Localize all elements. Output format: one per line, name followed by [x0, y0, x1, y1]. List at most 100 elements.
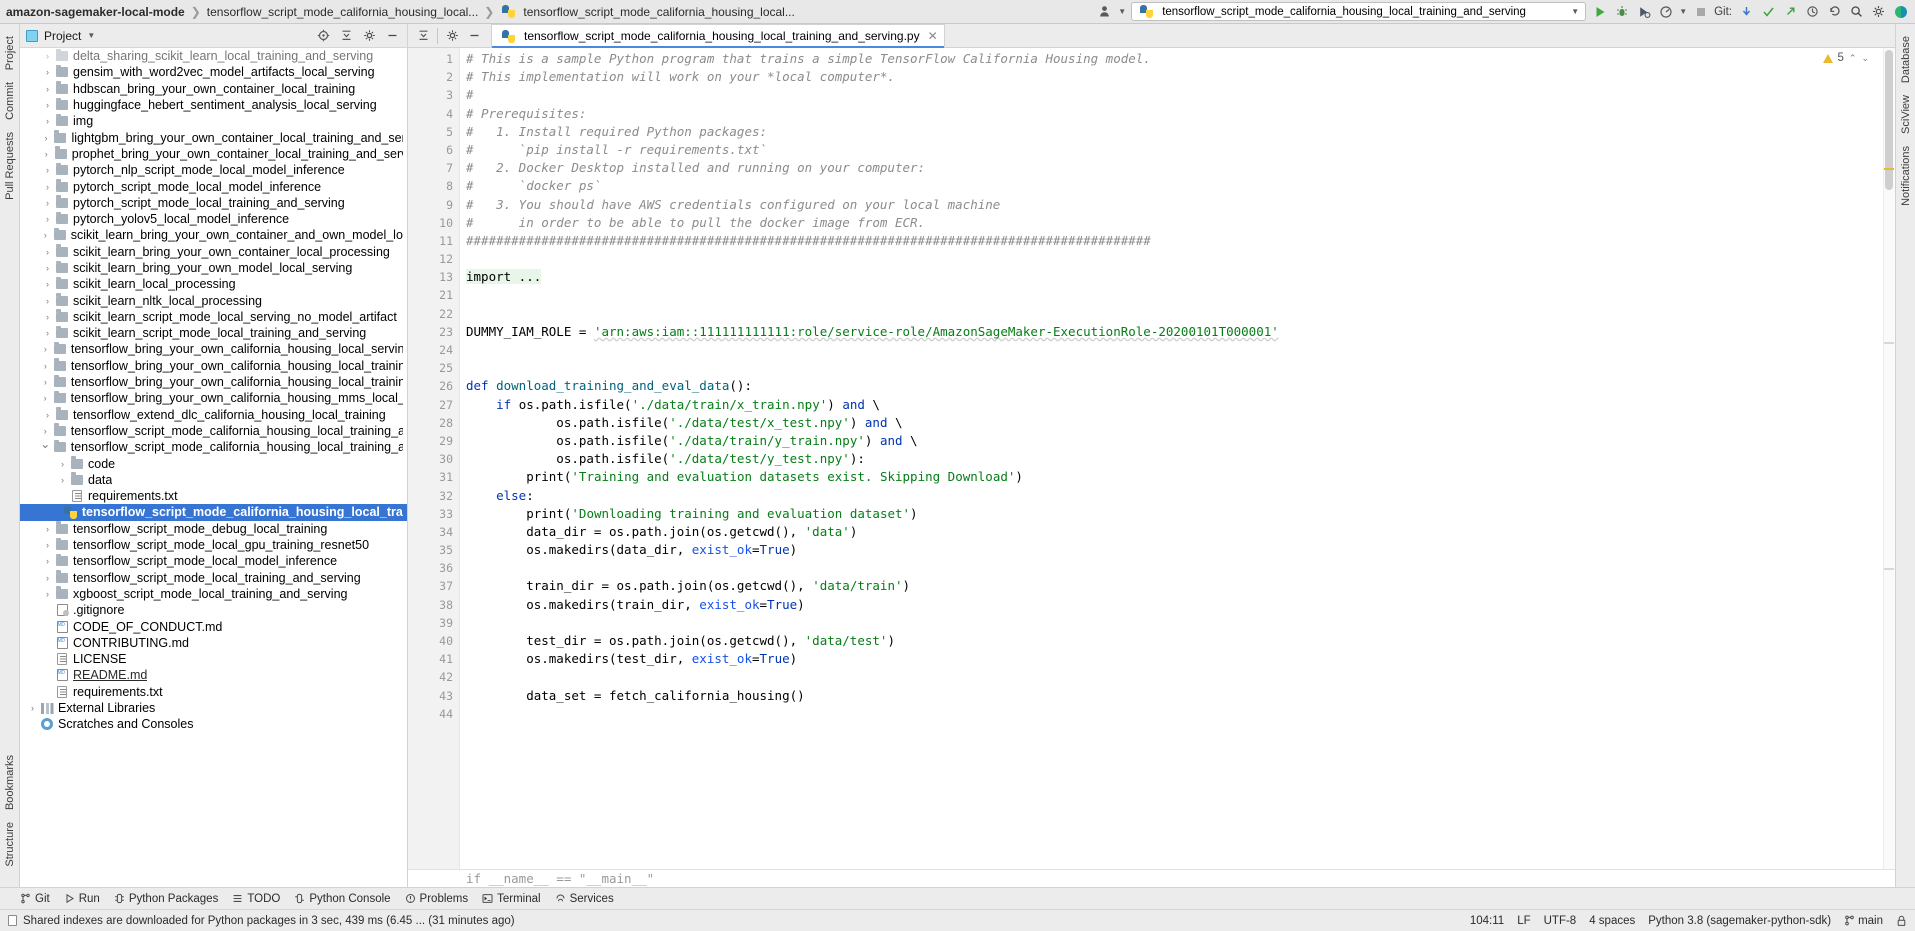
tree-row[interactable]: requirements.txt	[20, 684, 407, 700]
line-number[interactable]: 28	[408, 414, 459, 432]
code-line[interactable]: # This is a sample Python program that t…	[466, 50, 1895, 68]
line-number[interactable]: 11─	[408, 232, 466, 250]
line-number[interactable]: 6	[408, 141, 459, 159]
chevron-right-icon[interactable]: ›	[41, 211, 54, 227]
line-number[interactable]: 13+	[408, 268, 469, 286]
tree-row[interactable]: › tensorflow_script_mode_local_model_infe…	[20, 553, 407, 569]
tool-window-todo[interactable]: TODO	[232, 893, 280, 905]
code-line[interactable]: data_dir = os.path.join(os.getcwd(), 'da…	[466, 523, 1895, 541]
push-icon[interactable]	[1782, 3, 1799, 20]
tree-row[interactable]: › tensorflow_bring_your_own_california_ho…	[20, 358, 407, 374]
chevron-right-icon[interactable]: ›	[39, 130, 52, 146]
chevron-right-icon[interactable]: ›	[41, 325, 54, 341]
settings-icon[interactable]	[1870, 3, 1887, 20]
line-number[interactable]: 25	[408, 359, 459, 377]
tree-row[interactable]: › pytorch_nlp_script_mode_local_model_inf…	[20, 162, 407, 178]
line-separator[interactable]: LF	[1517, 915, 1530, 927]
locate-icon[interactable]	[315, 27, 332, 44]
chevron-down-icon[interactable]: ▼	[1679, 7, 1687, 16]
chevron-right-icon[interactable]: ›	[41, 195, 54, 211]
close-icon[interactable]: ✕	[928, 29, 938, 43]
code-line[interactable]: os.makedirs(data_dir, exist_ok=True)	[466, 541, 1895, 559]
chevron-down-icon[interactable]: ▼	[1118, 7, 1126, 16]
tree-row[interactable]: › scikit_learn_bring_your_own_container_l…	[20, 244, 407, 260]
settings-icon[interactable]	[361, 27, 378, 44]
chevron-right-icon[interactable]: ›	[41, 570, 54, 586]
code-line[interactable]	[466, 250, 1895, 268]
tree-row[interactable]: CODE_OF_CONDUCT.md	[20, 617, 407, 634]
tree-row[interactable]: › tensorflow_bring_your_own_california_ho…	[20, 374, 407, 390]
settings-icon[interactable]	[441, 25, 463, 47]
tool-window-terminal[interactable]: Terminal	[482, 893, 541, 905]
history-icon[interactable]	[1804, 3, 1821, 20]
commit-icon[interactable]	[1760, 3, 1777, 20]
line-number[interactable]: 10	[408, 214, 459, 232]
chevron-down-icon[interactable]: ▼	[1571, 7, 1579, 16]
editor-tab[interactable]: tensorflow_script_mode_california_housin…	[491, 24, 945, 48]
sidebar-item-sciview[interactable]: SciView	[1900, 89, 1912, 140]
chevron-down-icon[interactable]: ⌄	[39, 437, 52, 456]
line-number[interactable]: 32─	[408, 487, 466, 505]
chevron-right-icon[interactable]: ›	[39, 374, 52, 390]
tree-row[interactable]: › scikit_learn_bring_your_own_container_a…	[20, 227, 407, 243]
debug-icon[interactable]	[1613, 3, 1630, 20]
sidebar-item-bookmarks[interactable]: Bookmarks	[4, 749, 16, 816]
code-line[interactable]: import ...	[466, 268, 1895, 286]
line-number[interactable]: 12	[408, 250, 459, 268]
chevron-down-icon[interactable]: ▼	[87, 31, 95, 40]
tree-row[interactable]: requirements.txt	[20, 488, 407, 504]
chevron-right-icon[interactable]: ›	[39, 227, 52, 243]
chevron-right-icon[interactable]: ›	[41, 537, 54, 553]
caret-position[interactable]: 104:11	[1470, 915, 1504, 927]
tool-window-problems[interactable]: Problems	[405, 893, 468, 905]
line-number[interactable]: 7	[408, 159, 459, 177]
tree-row[interactable]: › hdbscan_bring_your_own_container_local_…	[20, 81, 407, 97]
tool-window-git[interactable]: Git	[20, 893, 50, 905]
line-number-gutter[interactable]: 1─234567891011─1213+212223242526─2728293…	[408, 48, 469, 887]
line-number[interactable]: 40	[408, 632, 459, 650]
chevron-right-icon[interactable]: ›	[41, 113, 54, 129]
tree-row[interactable]: › External Libraries	[20, 700, 407, 716]
sidebar-item-database[interactable]: Database	[1900, 30, 1912, 89]
tree-row[interactable]: › scikit_learn_local_processing	[20, 276, 407, 292]
chevron-right-icon[interactable]: ›	[41, 97, 54, 113]
line-number[interactable]: 43	[408, 687, 459, 705]
sidebar-item-structure[interactable]: Structure	[4, 816, 16, 873]
chevron-right-icon[interactable]: ›	[39, 358, 52, 374]
code-line[interactable]: data_set = fetch_california_housing()	[466, 687, 1895, 705]
line-number[interactable]: 37	[408, 577, 459, 595]
line-number[interactable]: 33	[408, 505, 459, 523]
code-line[interactable]: # This implementation will work on your …	[466, 68, 1895, 86]
code-line[interactable]: test_dir = os.path.join(os.getcwd(), 'da…	[466, 632, 1895, 650]
line-number[interactable]: 21	[408, 286, 459, 304]
hide-panel-icon[interactable]	[463, 25, 485, 47]
tool-window-python-packages[interactable]: Python Packages	[114, 893, 218, 905]
scrollbar-change-mark[interactable]	[1884, 568, 1894, 570]
line-number[interactable]: 2	[408, 68, 459, 86]
breadcrumb-item-folder[interactable]: tensorflow_script_mode_california_housin…	[207, 5, 479, 19]
tool-window-services[interactable]: Services	[555, 893, 614, 905]
tree-row[interactable]: Scratches and Consoles	[20, 716, 407, 732]
line-number[interactable]: 22	[408, 305, 459, 323]
line-number[interactable]: 41	[408, 650, 459, 668]
tree-row[interactable]: › scikit_learn_script_mode_local_serving_…	[20, 309, 407, 325]
tree-row[interactable]: CONTRIBUTING.md	[20, 633, 407, 651]
code-line[interactable]: # 1. Install required Python packages:	[466, 123, 1895, 141]
chevron-right-icon[interactable]: ›	[39, 341, 52, 357]
collapse-all-icon[interactable]	[338, 27, 355, 44]
code-line[interactable]: # `pip install -r requirements.txt`	[466, 141, 1895, 159]
tree-row[interactable]: › pytorch_yolov5_local_model_inference	[20, 211, 407, 227]
tree-row-selected[interactable]: tensorflow_script_mode_california_housin…	[20, 504, 407, 521]
tree-row[interactable]: › prophet_bring_your_own_container_local_…	[20, 146, 407, 162]
line-number[interactable]: 8	[408, 177, 459, 195]
line-number[interactable]: 38	[408, 596, 459, 614]
line-number[interactable]: 9	[408, 196, 459, 214]
code-line[interactable]	[466, 705, 1895, 723]
scrollbar-change-mark[interactable]	[1884, 342, 1894, 344]
line-number[interactable]: 34	[408, 523, 459, 541]
code-line[interactable]	[466, 286, 1895, 304]
chevron-right-icon[interactable]: ›	[41, 64, 54, 80]
code-line[interactable]: os.path.isfile('./data/test/x_test.npy')…	[466, 414, 1895, 432]
tree-row[interactable]: › tensorflow_script_mode_local_training_a…	[20, 570, 407, 586]
code-line[interactable]: ########################################…	[466, 232, 1895, 250]
